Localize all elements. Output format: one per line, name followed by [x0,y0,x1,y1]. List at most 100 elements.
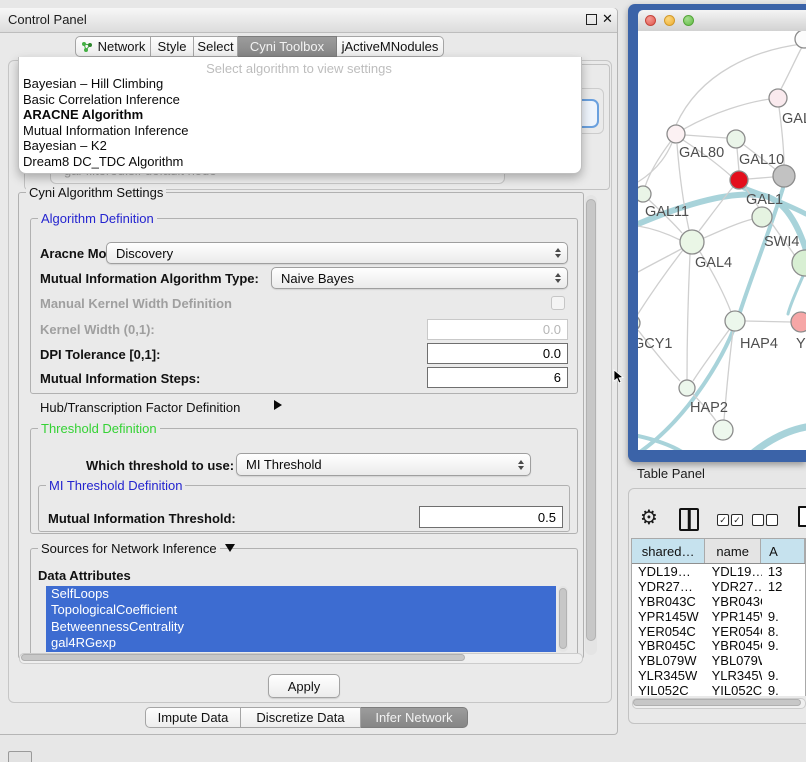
data-attribute-item[interactable]: SelfLoops [46,586,556,602]
tab-impute-data[interactable]: Impute Data [145,707,241,728]
dropdown-item[interactable]: Basic Correlation Inference [20,92,576,108]
tab-label: Infer Network [375,710,452,725]
table-cell: YDL19… [706,564,762,579]
close-traffic-light-icon[interactable] [645,15,656,26]
stepper-icon [555,273,561,283]
attributes-scrollbar-thumb[interactable] [559,588,567,649]
table-cell: YBL079W [706,653,762,668]
table-cell: YDR27… [706,579,762,594]
tab-infer-network[interactable]: Infer Network [361,707,468,728]
data-attribute-item[interactable]: TopologicalCoefficient [46,602,556,618]
dropdown-item[interactable]: ARACNE Algorithm [20,107,576,123]
collapse-arrow-icon[interactable] [225,544,235,552]
tab-select[interactable]: Select [194,36,238,57]
table-cell: YBR043C [632,594,706,609]
network-edge [781,47,802,89]
expand-arrow-icon[interactable] [274,400,282,410]
manual-kernel-label: Manual Kernel Width Definition [40,296,232,311]
dpi-tolerance-field[interactable]: 0.0 [427,343,568,364]
table-cell: YER054C [632,624,706,639]
tab-style[interactable]: Style [151,36,194,57]
tab-label: Impute Data [158,710,229,725]
column-header[interactable]: A [761,539,805,563]
aracne-mode-value: Discovery [116,246,173,261]
checked-column-icon[interactable]: ✓ [731,514,743,526]
network-node-gal1[interactable] [730,171,748,189]
data-attribute-item[interactable]: BetweennessCentrality [46,619,556,635]
checked-column-icon[interactable]: ✓ [717,514,729,526]
column-header[interactable]: name [705,539,761,563]
network-node-hap2[interactable] [679,380,695,396]
mouse-cursor [613,369,625,385]
dropdown-item[interactable]: Bayesian – K2 [20,138,576,154]
settings-hscrollbar-thumb[interactable] [21,654,465,661]
node-label: SWI4 [764,234,799,250]
node-label: GAL [782,111,806,127]
node-table: shared…nameA YDL19…YDL19…13YDR27…YDR27…1… [631,538,806,696]
mi-type-value: Naive Bayes [281,271,354,286]
kernel-width-field[interactable]: 0.0 [427,319,568,340]
table-row[interactable]: YBR045CYBR045C9. [632,638,805,653]
manual-kernel-checkbox[interactable] [551,296,565,310]
network-node-gal10[interactable] [727,130,745,148]
table-row[interactable]: YBR043CYBR043C [632,594,805,609]
split-columns-icon[interactable] [679,508,699,531]
cyni-settings-group-title: Cyni Algorithm Settings [26,185,166,200]
mi-steps-label: Mutual Information Steps: [40,371,200,386]
network-node-gcy1[interactable] [638,315,640,331]
data-attribute-item[interactable]: gal4RGexp [46,635,556,651]
table-cell: YDL19… [632,564,706,579]
mi-type-combo[interactable]: Naive Bayes [271,267,568,289]
table-hscrollbar-thumb[interactable] [633,699,801,706]
network-node[interactable] [795,31,806,48]
dropdown-item[interactable]: Dream8 DC_TDC Algorithm [20,154,576,170]
network-node-gal4[interactable] [680,230,704,254]
settings-scrollbar-thumb[interactable] [586,199,596,641]
table-cell: YIL052C [706,683,762,696]
table-row[interactable]: YLR345WYLR345W9. [632,668,805,683]
network-canvas[interactable]: GALGAL80GAL10GAL1GAL11SWI4GAL4GCY1HAP4YH… [638,31,806,450]
tab-network[interactable]: Network [75,36,151,57]
unchecked-column-icon[interactable] [766,514,778,526]
tab-jactivemnodules[interactable]: jActiveMNodules [337,36,444,57]
document-icon[interactable] [798,506,806,527]
table-row[interactable]: YIL052CYIL052C9. [632,683,805,696]
unchecked-column-icon[interactable] [752,514,764,526]
dpi-tolerance-label: DPI Tolerance [0,1]: [40,347,160,362]
network-node-gal[interactable] [769,89,787,107]
network-node-y[interactable] [791,312,806,332]
dropdown-item[interactable]: Bayesian – Hill Climbing [20,76,576,92]
mi-threshold-group-title: MI Threshold Definition [46,478,185,493]
float-window-icon[interactable] [586,14,597,25]
table-cell: YBR043C [706,594,762,609]
network-node[interactable] [773,165,795,187]
mi-steps-field[interactable]: 6 [427,367,568,388]
tab-discretize-data[interactable]: Discretize Data [241,707,361,728]
table-row[interactable]: YPR145WYPR145W9. [632,609,805,624]
aracne-mode-combo[interactable]: Discovery [106,242,568,264]
network-node[interactable] [713,420,733,440]
table-row[interactable]: YBL079WYBL079W [632,653,805,668]
which-threshold-combo[interactable]: MI Threshold [236,453,531,476]
zoom-traffic-light-icon[interactable] [683,15,694,26]
table-row[interactable]: YDR27…YDR27…12 [632,579,805,594]
collapsed-panel-icon[interactable] [8,751,32,762]
minimize-traffic-light-icon[interactable] [664,15,675,26]
apply-button[interactable]: Apply [268,674,340,698]
table-cell: 8. [762,624,805,639]
gear-icon[interactable]: ⚙ [640,506,658,528]
tab-cyni-toolbox[interactable]: Cyni Toolbox [238,36,337,57]
column-header[interactable]: shared… [632,539,705,563]
threshold-group-title: Threshold Definition [38,421,160,436]
network-node-gal11[interactable] [638,186,651,202]
stepper-icon [555,248,561,258]
table-row[interactable]: YDL19…YDL19…13 [632,564,805,579]
table-row[interactable]: YER054CYER054C8. [632,624,805,639]
network-node-gal80[interactable] [667,125,685,143]
dropdown-item[interactable]: Mutual Information Inference [20,123,576,139]
close-icon[interactable]: ✕ [602,11,613,27]
network-node-swi4[interactable] [752,207,772,227]
mi-threshold-field[interactable]: 0.5 [419,506,563,528]
which-threshold-label: Which threshold to use: [86,458,234,473]
network-node-hap4[interactable] [725,311,745,331]
